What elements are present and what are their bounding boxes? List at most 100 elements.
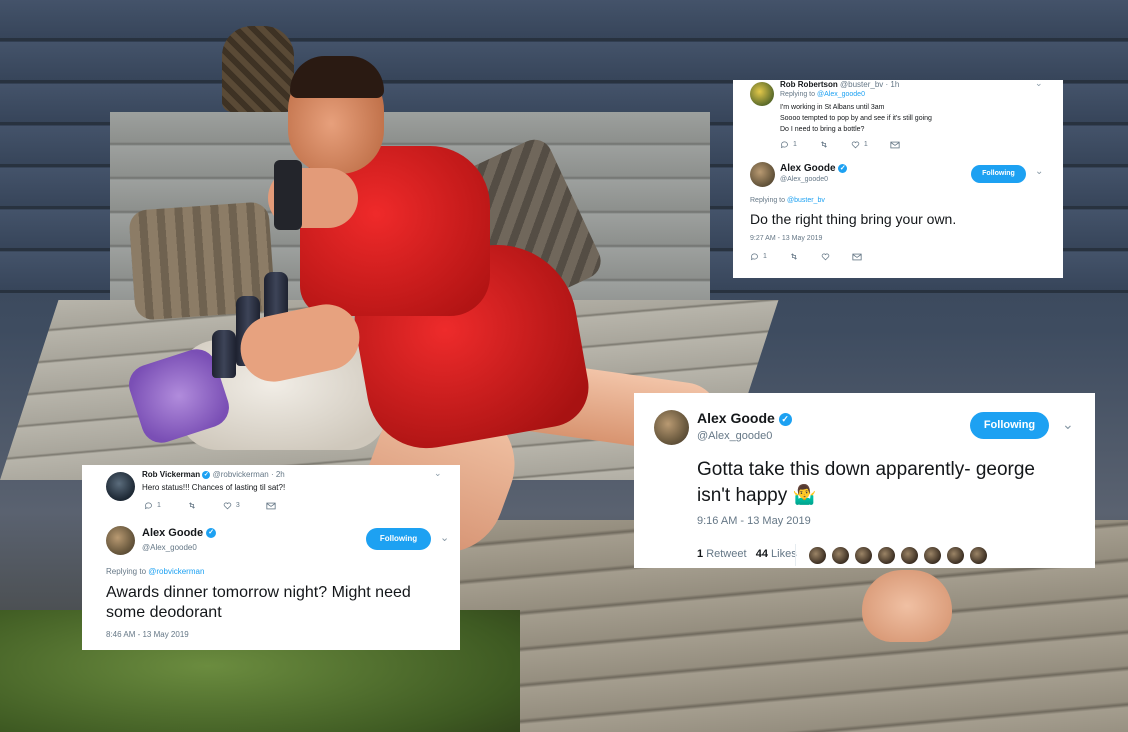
like-button[interactable]: [821, 252, 830, 261]
author-name[interactable]: Alex Goode: [697, 410, 775, 426]
replying-to: Replying to @Alex_goode0: [780, 91, 865, 98]
tweet-text-line: some deodorant: [106, 604, 222, 621]
chevron-down-icon[interactable]: ⌄: [1035, 78, 1043, 89]
chevron-down-icon[interactable]: ⌄: [434, 468, 442, 479]
tweet-actions: 1: [750, 252, 862, 261]
engagement-stats: 1 Retweet 44 Likes: [697, 548, 797, 560]
avatar[interactable]: [900, 546, 919, 565]
tweet-time[interactable]: · 1h: [886, 80, 900, 89]
reply-count: 1: [793, 141, 797, 148]
avatar[interactable]: [854, 546, 873, 565]
tweet-timestamp[interactable]: 9:16 AM - 13 May 2019: [697, 515, 811, 527]
likes-label: Likes: [771, 548, 797, 560]
following-button[interactable]: Following: [971, 165, 1026, 183]
reply-button[interactable]: 1: [780, 140, 797, 149]
avatar[interactable]: [877, 546, 896, 565]
message-button[interactable]: [852, 253, 862, 261]
tweet-timestamp[interactable]: 8:46 AM - 13 May 2019: [106, 630, 189, 639]
retweet-stat[interactable]: 1 Retweet: [697, 548, 747, 560]
avatar[interactable]: [654, 410, 689, 445]
replying-label: Replying to: [750, 197, 786, 204]
retweet-label: Retweet: [706, 548, 747, 560]
following-button[interactable]: Following: [366, 528, 431, 550]
message-button[interactable]: [266, 502, 276, 510]
author-handle[interactable]: @robvickerman: [213, 470, 269, 479]
replying-to-link[interactable]: @robvickerman: [148, 567, 204, 576]
tweet-timestamp[interactable]: 9:27 AM - 13 May 2019: [750, 235, 822, 242]
reply-button[interactable]: 1: [144, 501, 161, 510]
author-name[interactable]: Rob Vickerman: [142, 470, 200, 479]
author-name[interactable]: Alex Goode: [780, 163, 836, 174]
chevron-down-icon[interactable]: ⌄: [1035, 166, 1043, 177]
like-stat[interactable]: 44 Likes: [756, 548, 797, 560]
author-name[interactable]: Rob Robertson: [780, 80, 838, 89]
chevron-down-icon[interactable]: ⌄: [1062, 416, 1074, 433]
retweet-button[interactable]: [819, 140, 829, 149]
tweet-actions: 1 3: [144, 501, 276, 510]
tweet-text: Gotta take this down apparently- george …: [697, 457, 1035, 509]
reply-count: 1: [763, 253, 767, 260]
replying-to-link[interactable]: @Alex_goode0: [817, 91, 865, 98]
plant-pot: [222, 26, 294, 112]
verified-icon: ✓: [206, 528, 217, 539]
author-name-row: Alex Goode ✓: [697, 410, 792, 426]
replying-to: Replying to @buster_bv: [750, 197, 825, 204]
chevron-down-icon[interactable]: ⌄: [440, 531, 449, 544]
retweet-button[interactable]: [789, 252, 799, 261]
avatar[interactable]: [750, 82, 774, 106]
author-handle[interactable]: @Alex_goode0: [780, 176, 828, 183]
author-name-row: Alex Goode ✓: [142, 527, 217, 539]
like-button[interactable]: 3: [223, 501, 240, 510]
like-button[interactable]: 1: [851, 140, 868, 149]
reply-icon: [144, 502, 152, 510]
tweet-text-line: Gotta take this down apparently- george: [697, 459, 1035, 480]
tweet-card-reply-thread-a: Rob Robertson @buster_bv · 1h ⌄ Replying…: [733, 78, 1063, 278]
replying-to: Replying to @robvickerman: [106, 567, 204, 576]
reply-header: Rob Vickerman ✓ @robvickerman · 2h: [142, 470, 285, 479]
like-count: 3: [235, 502, 240, 509]
avatar[interactable]: [923, 546, 942, 565]
author-name[interactable]: Alex Goode: [142, 527, 203, 539]
replying-to-link[interactable]: @buster_bv: [787, 197, 825, 204]
avatar[interactable]: [946, 546, 965, 565]
following-button[interactable]: Following: [970, 412, 1049, 439]
author-name-row: Alex Goode ✓: [780, 163, 848, 174]
tweet-text-line: Soooo tempted to pop by and see if it's …: [780, 115, 932, 122]
replying-label: Replying to: [106, 567, 147, 576]
tweet-card-reply-thread-b: Rob Vickerman ✓ @robvickerman · 2h ⌄ Her…: [82, 465, 460, 650]
tweet-actions: 1 1: [780, 140, 900, 149]
tweet-text: Awards dinner tomorrow night? Might need…: [106, 583, 411, 623]
author-handle[interactable]: @Alex_goode0: [697, 430, 772, 442]
reply-icon: [780, 141, 788, 149]
verified-icon: ✓: [202, 470, 211, 479]
avatar[interactable]: [808, 546, 827, 565]
avatar[interactable]: [831, 546, 850, 565]
avatar[interactable]: [106, 472, 135, 501]
tweet-time[interactable]: · 2h: [271, 470, 285, 479]
tweet-text-line: isn't happy 🤷‍♂️: [697, 483, 1035, 509]
tweet-text: I'm working in St Albans until 3am Soooo…: [780, 102, 932, 135]
message-icon: [890, 141, 900, 148]
like-icon: [223, 502, 232, 510]
drink-can: [274, 160, 302, 230]
liker-avatars: [808, 546, 988, 565]
avatar[interactable]: [750, 162, 775, 187]
divider: [795, 544, 796, 566]
reply-button[interactable]: 1: [750, 252, 767, 261]
verified-icon: ✓: [778, 412, 792, 426]
like-count: 44: [755, 548, 768, 560]
message-button[interactable]: [890, 141, 900, 149]
tweet-text: Hero status!!! Chances of lasting til sa…: [142, 483, 286, 492]
person-hair: [290, 56, 384, 98]
tweet-text-line: Awards dinner tomorrow night? Might need: [106, 584, 411, 601]
tweet-text-line: I'm working in St Albans until 3am: [780, 104, 885, 111]
retweet-icon: [821, 141, 827, 148]
like-icon: [821, 253, 830, 261]
reply-icon: [750, 253, 758, 261]
author-handle[interactable]: @buster_bv: [840, 80, 883, 89]
author-handle[interactable]: @Alex_goode0: [142, 543, 197, 552]
person-foot: [862, 570, 952, 642]
avatar[interactable]: [106, 526, 135, 555]
avatar[interactable]: [969, 546, 988, 565]
retweet-button[interactable]: [187, 501, 197, 510]
